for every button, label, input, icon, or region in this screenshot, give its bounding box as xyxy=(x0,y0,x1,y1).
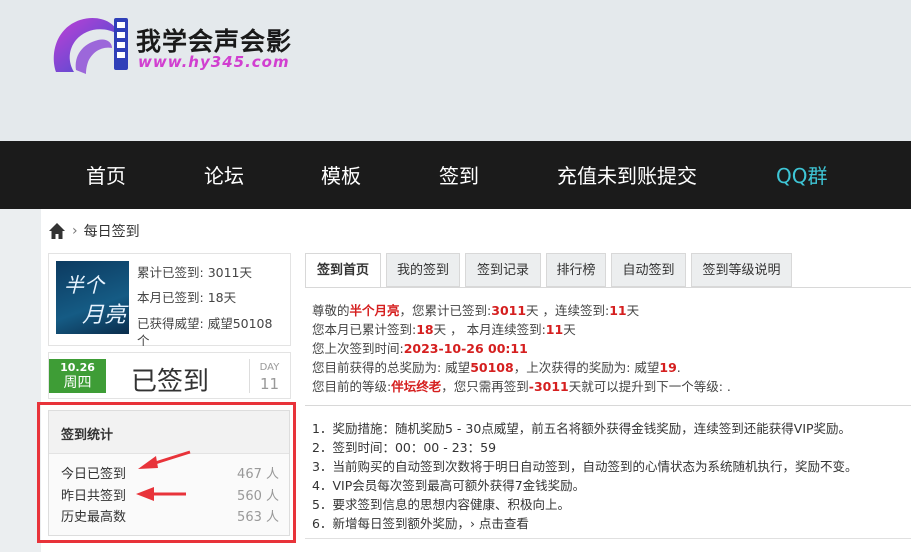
info-text: 您上次签到时间: xyxy=(312,341,404,356)
total-signin-stat: 累计已签到: 3011天 xyxy=(137,262,252,281)
total-signin-label: 累计已签到: xyxy=(137,265,204,280)
site-header: 我学会声会影 www.hy345.com xyxy=(0,0,911,141)
month-signin-stat: 本月已签到: 18天 xyxy=(137,287,236,306)
day-label: DAY xyxy=(259,362,280,373)
month-signin-label: 本月已签到: xyxy=(137,290,204,305)
info-text: . xyxy=(676,360,681,375)
info-text: 您目前获得的总奖励为: 威望 xyxy=(312,360,471,375)
info-line-last-time: 您上次签到时间:2023-10-26 00:11 xyxy=(312,338,528,357)
tab-signin-records[interactable]: 签到记录 xyxy=(465,253,541,287)
date-value: 10.26 xyxy=(60,361,95,374)
info-line-greeting: 尊敬的半个月亮，您累计已签到:3011天 ，连续签到:11天 xyxy=(312,300,639,319)
level-value: 伴坛终老 xyxy=(391,379,442,394)
info-text: 尊敬的 xyxy=(312,303,350,318)
nav-item-recharge-issue[interactable]: 充值未到账提交 xyxy=(557,141,697,209)
total-signin-value: 3011天 xyxy=(207,265,253,280)
nav-item-home[interactable]: 首页 xyxy=(86,141,126,209)
logo-icon[interactable] xyxy=(46,14,130,76)
tab-auto-signin[interactable]: 自动签到 xyxy=(611,253,686,287)
reward-value: 威望50108 xyxy=(207,316,273,331)
info-line-level: 您目前的等级:伴坛终老，您只需再签到-3011天就可以提升到下一个等级: . xyxy=(312,376,731,395)
signed-status: 已签到 xyxy=(131,367,210,397)
days-needed-value: -3011 xyxy=(528,379,569,394)
info-text: 您目前的等级: xyxy=(312,379,392,394)
username: 半个月亮 xyxy=(349,303,400,318)
left-gutter xyxy=(0,209,41,552)
home-icon[interactable] xyxy=(48,222,66,240)
user-profile-card: 半个 月亮 累计已签到: 3011天 本月已签到: 18天 已获得威望: 威望5… xyxy=(48,253,291,348)
total-reward-value: 50108 xyxy=(470,360,514,375)
tab-divider xyxy=(305,287,911,288)
month-signin-value: 18天 xyxy=(207,290,237,305)
rule-item: 3．当前购买的自动签到次数将于明日自动签到，自动签到的心情状态为系统随机执行，奖… xyxy=(312,459,858,474)
rule-item-view-link[interactable]: 6．新增每日签到额外奖励，› 点击查看 xyxy=(312,513,529,532)
avatar-text-top: 半个 xyxy=(64,273,104,297)
nav-item-templates[interactable]: 模板 xyxy=(321,141,361,209)
reward-label: 已获得威望: xyxy=(137,316,204,331)
info-text: 天就可以提升到下一个等级: . xyxy=(568,379,731,394)
logo-url[interactable]: www.hy345.com xyxy=(138,53,290,71)
reward-unit: 个 xyxy=(137,333,150,348)
rule-item: 5．要求签到信息的思想内容健康、积极向上。 xyxy=(312,497,570,512)
tab-signin-home[interactable]: 签到首页 xyxy=(305,253,381,288)
nav-item-forum[interactable]: 论坛 xyxy=(204,141,244,209)
avatar-text-bottom: 月亮 xyxy=(82,303,127,328)
total-days-value: 3011 xyxy=(491,303,527,318)
avatar[interactable]: 半个 月亮 xyxy=(56,261,129,334)
info-line-month: 您本月已累计签到:18天 ， 本月连续签到:11天 xyxy=(312,319,576,338)
day-value: 11 xyxy=(259,375,280,393)
info-text: 天 ，连续签到: xyxy=(526,303,610,318)
nav-item-signin[interactable]: 签到 xyxy=(439,141,479,209)
info-text: 您本月已累计签到: xyxy=(312,322,417,337)
annotation-arrow-icon xyxy=(136,487,186,501)
month-days-value: 18 xyxy=(416,322,434,337)
rule-item: 4．VIP会员每次签到最高可额外获得7金钱奖励。 xyxy=(312,478,586,493)
info-text: ，您只需再签到 xyxy=(441,379,529,394)
nav-item-qq-group[interactable]: QQ群 xyxy=(776,141,827,209)
last-signin-time: 2023-10-26 00:11 xyxy=(403,341,528,356)
day-counter: DAY 11 xyxy=(249,359,289,393)
chevron-right-icon: › xyxy=(72,223,78,239)
last-reward-value: 19 xyxy=(659,360,677,375)
breadcrumb: › 每日签到 xyxy=(48,220,140,242)
weekday-value: 周四 xyxy=(63,375,92,391)
tab-level-info[interactable]: 签到等级说明 xyxy=(691,253,792,287)
month-streak-value: 11 xyxy=(545,322,564,337)
breadcrumb-current: 每日签到 xyxy=(83,224,140,240)
info-line-rewards: 您目前获得的总奖励为: 威望50108，上次获得的奖励为: 威望19. xyxy=(312,357,681,376)
main-nav: 首页 论坛 模板 签到 充值未到账提交 QQ群 xyxy=(0,141,911,209)
info-text: ，上次获得的奖励为: 威望 xyxy=(513,360,660,375)
info-text: 天 xyxy=(626,303,640,318)
signin-status-box: 10.26 周四 已签到 DAY 11 xyxy=(48,352,291,399)
rule-item: 1．奖励措施：随机奖励5 - 30点威望，前五名将额外获得金钱奖励，连续签到还能… xyxy=(312,421,852,436)
tab-leaderboard[interactable]: 排行榜 xyxy=(546,253,606,287)
info-text: ，您累计已签到: xyxy=(399,303,492,318)
section-divider xyxy=(305,405,911,406)
tab-my-signin[interactable]: 我的签到 xyxy=(386,253,460,287)
bottom-divider xyxy=(305,538,911,539)
reward-stat: 已获得威望: 威望50108 xyxy=(137,313,272,332)
rule-item: 2．签到时间：00：00 - 23：59 xyxy=(312,440,497,455)
annotation-arrow-icon xyxy=(138,450,191,469)
streak-value: 11 xyxy=(609,303,627,318)
info-text: 天 xyxy=(563,322,576,337)
date-badge: 10.26 周四 xyxy=(49,359,106,393)
info-text: 天 ， 本月连续签到: xyxy=(433,322,546,337)
